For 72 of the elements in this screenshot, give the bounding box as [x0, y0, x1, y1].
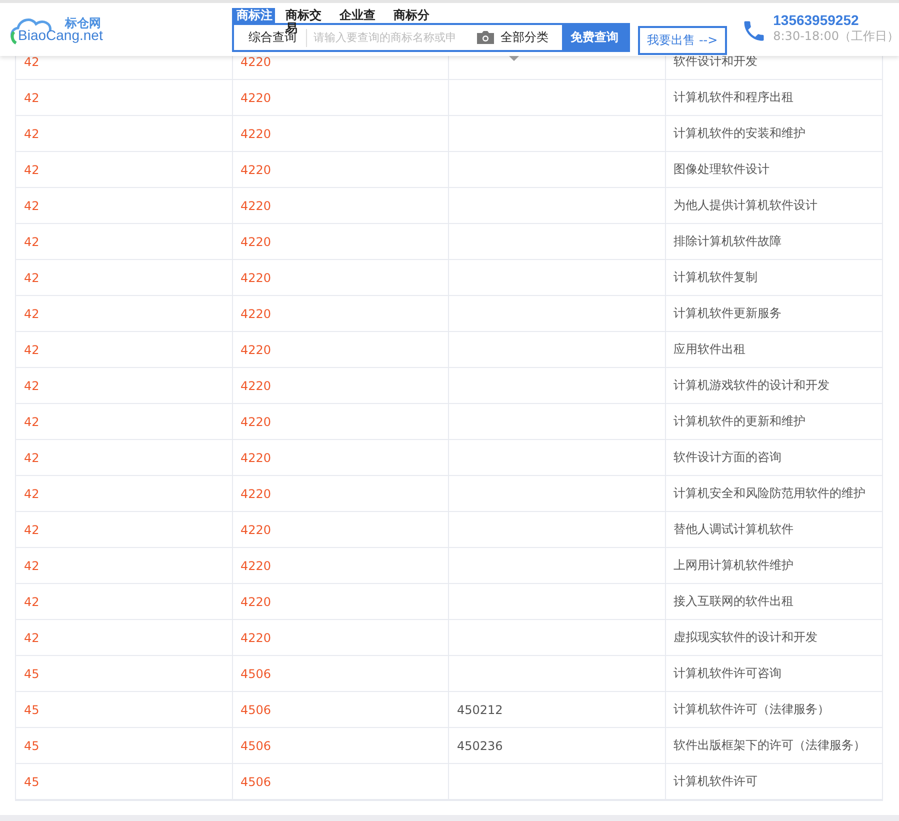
table-cell: 42	[16, 368, 232, 404]
table-cell: 接入互联网的软件出租	[666, 584, 882, 620]
table-cell: 计算机游戏软件的设计和开发	[666, 368, 882, 404]
table-cell: 42	[16, 260, 232, 296]
table-cell: 450236	[449, 728, 666, 764]
nav-tab[interactable]: 商标注	[232, 8, 276, 23]
table-cell: 4220	[232, 584, 449, 620]
table-cell: 4506	[232, 764, 449, 800]
table-cell: 计算机软件复制	[666, 260, 882, 296]
table-cell: 45	[16, 764, 232, 800]
table-cell: 4220	[232, 512, 449, 548]
table-cell: 4220	[232, 368, 449, 404]
phone-number: 13563959252	[773, 12, 860, 28]
table-cell: 排除计算机软件故障	[666, 224, 882, 260]
table-cell: 计算机软件许可咨询	[666, 656, 882, 692]
table-cell: 4220	[232, 404, 449, 440]
table-cell: 计算机软件许可（法律服务）	[666, 692, 882, 728]
table-cell: 42	[16, 188, 232, 224]
table-cell: 计算机软件的安装和维护	[666, 116, 882, 152]
table-cell: 上网用计算机软件维护	[666, 548, 882, 584]
table-cell: 虚拟现实软件的设计和开发	[666, 620, 882, 656]
table-cell: 4220	[232, 260, 449, 296]
table-cell: 4220	[232, 80, 449, 116]
table-cell: 4220	[232, 152, 449, 188]
table-cell: 42	[16, 512, 232, 548]
table-cell: 4506	[232, 656, 449, 692]
table-cell: 42	[16, 296, 232, 332]
table-cell: 4220	[232, 116, 449, 152]
table-cell: 45	[16, 728, 232, 764]
search-button[interactable]: 免费查询	[562, 24, 628, 51]
nav-tab[interactable]: 商标分	[383, 8, 438, 23]
nav-tab[interactable]: 企业查	[329, 8, 384, 23]
logo-name: 标仓网	[65, 15, 101, 30]
table-cell: 软件设计方面的咨询	[666, 440, 882, 476]
table-cell: 计算机软件更新服务	[666, 296, 882, 332]
table-cell: 4220	[232, 332, 449, 368]
table-cell: 4220	[232, 224, 449, 260]
category-select[interactable]: 全部分类	[500, 29, 548, 46]
table-cell: 42	[16, 620, 232, 656]
table-cell: 4220	[232, 476, 449, 512]
table-cell: 图像处理软件设计	[666, 152, 882, 188]
table-cell: 计算机软件许可	[666, 764, 882, 800]
table-cell: 42	[16, 152, 232, 188]
table-cell: 4506	[232, 728, 449, 764]
table-cell: 42	[16, 584, 232, 620]
table-cell: 4220	[232, 620, 449, 656]
table-cell: 计算机软件和程序出租	[666, 80, 882, 116]
table-cell: 4220	[232, 296, 449, 332]
business-hours: 8:30-18:00（工作日）	[773, 28, 899, 45]
table-cell: 45	[16, 656, 232, 692]
table-cell: 4506	[232, 692, 449, 728]
table-cell: 42	[16, 332, 232, 368]
table-cell: 计算机软件的更新和维护	[666, 404, 882, 440]
sell-button[interactable]: 我要出售 -->	[638, 26, 728, 55]
table-cell: 45	[16, 692, 232, 728]
table-cell: 42	[16, 440, 232, 476]
table-cell: 42	[16, 548, 232, 584]
table-cell: 42	[16, 404, 232, 440]
table-cell: 应用软件出租	[666, 332, 882, 368]
table-cell: 4220	[232, 188, 449, 224]
table-cell: 42	[16, 224, 232, 260]
table-cell: 计算机安全和风险防范用软件的维护	[666, 476, 882, 512]
table-cell: 42	[16, 476, 232, 512]
table-cell: 450212	[449, 692, 666, 728]
table-cell: 42	[16, 80, 232, 116]
table-cell: 4220	[232, 548, 449, 584]
table-cell: 42	[16, 116, 232, 152]
table-cell: 为他人提供计算机软件设计	[666, 188, 882, 224]
camera-icon[interactable]	[477, 31, 494, 44]
table-cell: 软件出版框架下的许可（法律服务）	[666, 728, 882, 764]
table-cell: 4220	[232, 440, 449, 476]
table-cell: 替他人调试计算机软件	[666, 512, 882, 548]
